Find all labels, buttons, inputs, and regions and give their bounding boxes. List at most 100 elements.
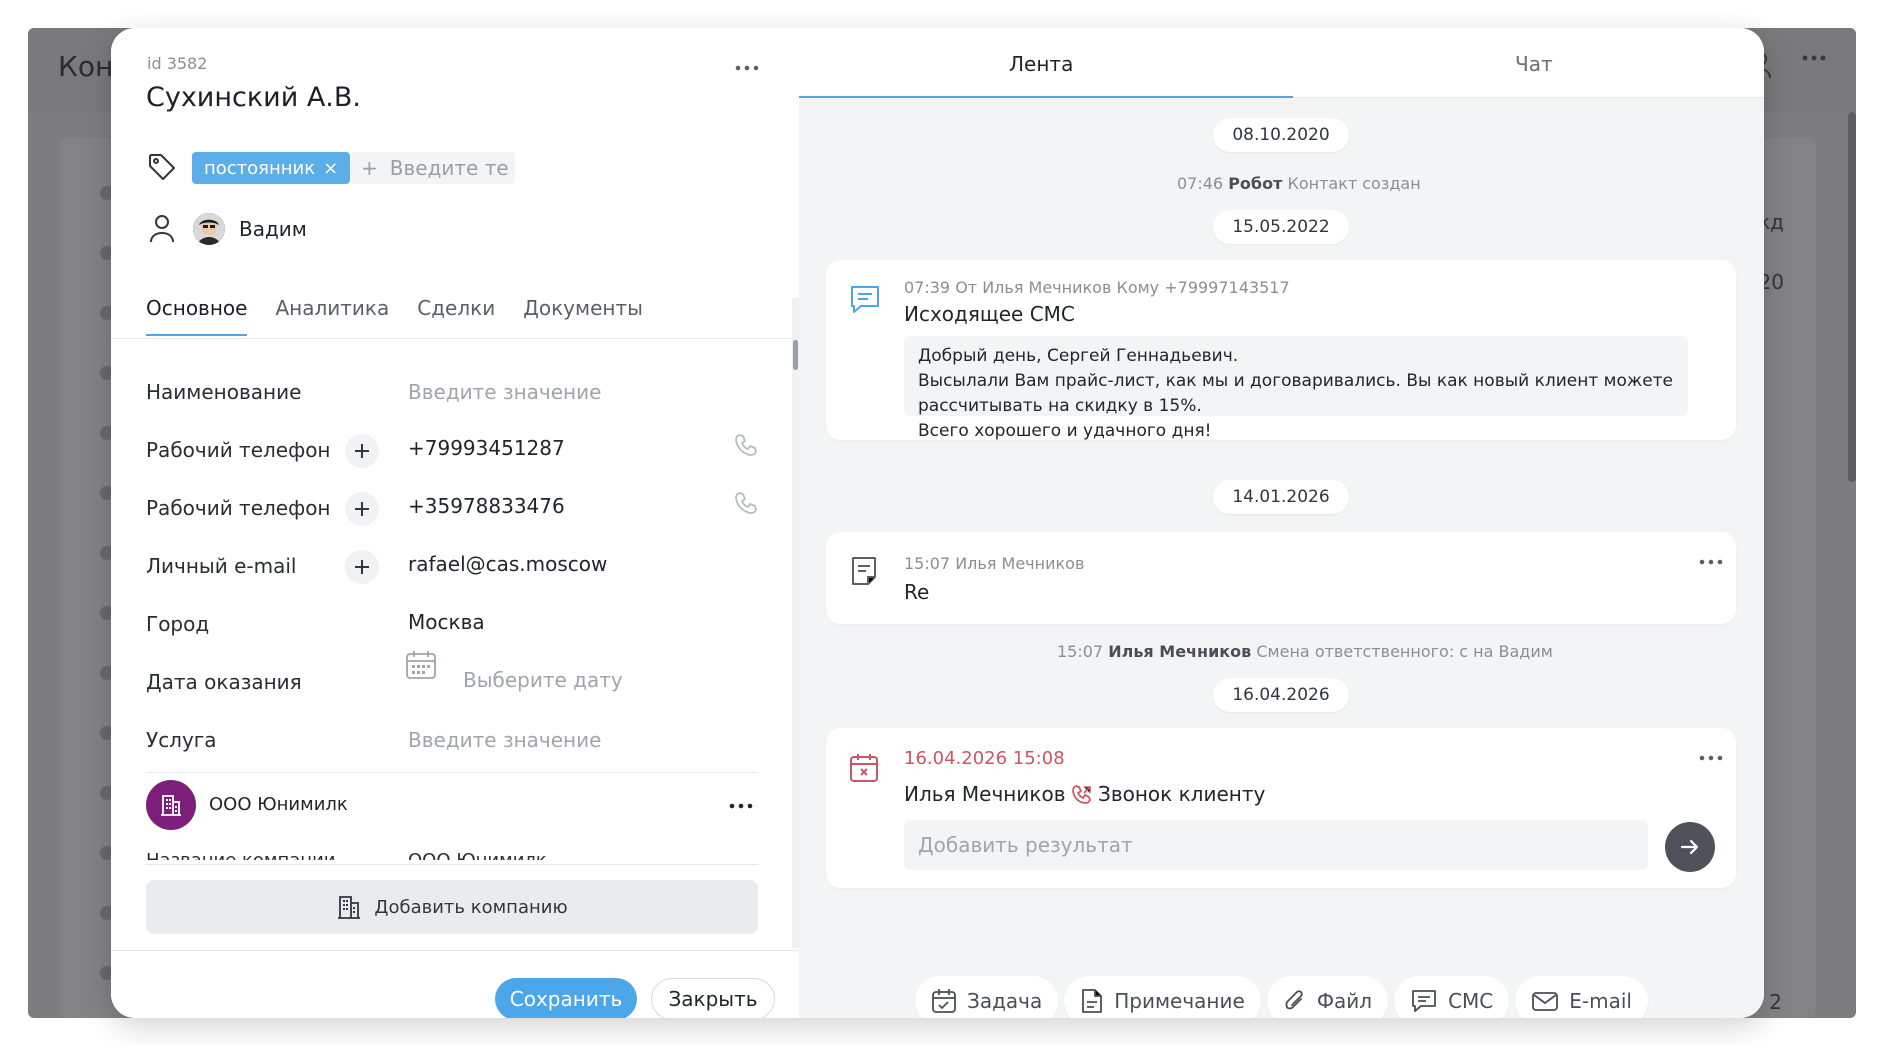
add-phone1-button[interactable] (345, 434, 379, 468)
date-separator: 14.01.2026 (1213, 480, 1349, 514)
field-label-phone2: Рабочий телефон (146, 496, 331, 520)
chat-icon (1410, 988, 1438, 1014)
activity-tabs: Лента Чат (799, 28, 1764, 98)
send-sms-button[interactable]: СМС (1394, 976, 1510, 1018)
tag-input[interactable] (387, 155, 512, 181)
tab-feed[interactable]: Лента (1009, 52, 1073, 76)
date-separator: 16.04.2026 (1213, 678, 1349, 712)
tag-icon (147, 152, 177, 182)
tag-input-container[interactable]: + (351, 152, 515, 184)
contact-name[interactable]: Сухинский А.В. (146, 82, 361, 113)
sms-meta: 07:39 От Илья Мечников Кому +79997143517 (904, 278, 1290, 297)
task-more-icon[interactable] (1699, 754, 1723, 762)
activity-panel: Лента Чат 08.10.2020 07:46 Робот Контакт… (799, 28, 1764, 1018)
add-email-button[interactable] (345, 550, 379, 584)
tag-label: постоянник (204, 157, 316, 179)
phone-icon (1071, 784, 1093, 806)
tab-deals[interactable]: Сделки (417, 296, 495, 336)
company-logo (146, 780, 196, 830)
calendar-check-icon (931, 988, 957, 1014)
user-icon (149, 214, 175, 244)
note-icon (848, 554, 880, 588)
email-value[interactable]: rafael@cas.moscow (408, 552, 607, 576)
close-button[interactable]: Закрыть (651, 978, 775, 1018)
details-scrollbar-thumb[interactable] (793, 340, 798, 370)
company-name[interactable]: ООО Юнимилк (209, 794, 348, 815)
sms-icon (848, 282, 882, 316)
tab-analytics[interactable]: Аналитика (275, 296, 389, 336)
background-text: 2 (1769, 990, 1782, 1014)
field-label-phone1: Рабочий телефон (146, 438, 331, 462)
attach-file-button[interactable]: Файл (1266, 976, 1389, 1018)
service-date-picker[interactable]: Выберите дату (463, 668, 623, 692)
task-card: 16.04.2026 15:08 Илья Мечников Звонок кл… (826, 728, 1736, 888)
contact-more-icon[interactable] (735, 64, 759, 72)
service-input[interactable] (408, 728, 728, 752)
background-more-icon (1802, 54, 1826, 62)
calendar-icon[interactable] (405, 650, 437, 680)
task-author: Илья Мечников (904, 782, 1066, 806)
tag-chip[interactable]: постоянник × (192, 152, 351, 184)
company-field-label: Название компании (146, 850, 335, 860)
send-email-button[interactable]: E-mail (1515, 976, 1648, 1018)
sms-title: Исходящее СМС (904, 302, 1075, 326)
mail-icon (1531, 989, 1559, 1013)
note-card: 15:07 Илья Мечников Re (826, 532, 1736, 624)
tab-documents[interactable]: Документы (523, 296, 643, 336)
phone-call-icon[interactable] (733, 490, 759, 516)
calendar-alert-icon (848, 752, 880, 784)
note-title: Re (904, 580, 930, 604)
footer-divider (111, 950, 799, 951)
add-note-button[interactable]: Примечание (1064, 976, 1261, 1018)
contact-modal: id 3582 Сухинский А.В. постоянник × + Ва… (111, 28, 1764, 1018)
owner-avatar[interactable] (193, 213, 225, 245)
active-tab-indicator (799, 96, 1293, 98)
system-event: 15:07 Илья Мечников Смена ответственного… (1057, 642, 1553, 661)
note-icon (1080, 988, 1104, 1014)
task-type: Звонок клиенту (1098, 782, 1266, 806)
activity-actions: Задача Примечание Файл СМС E-mail (915, 976, 1648, 1018)
city-value[interactable]: Москва (408, 610, 485, 634)
company-field-value: ООО Юнимилк (408, 850, 547, 860)
divider (146, 772, 758, 773)
tab-main[interactable]: Основное (146, 296, 248, 336)
field-label-service: Услуга (146, 728, 217, 752)
add-company-button[interactable]: Добавить компанию (146, 880, 758, 934)
building-icon (336, 894, 362, 920)
system-event: 07:46 Робот Контакт создан (1177, 174, 1421, 193)
sms-card: 07:39 От Илья Мечников Кому +79997143517… (826, 260, 1736, 441)
background-scrollbar (1848, 112, 1856, 482)
task-datetime: 16.04.2026 15:08 (904, 748, 1065, 769)
contact-id: id 3582 (147, 54, 208, 73)
tag-remove-icon[interactable]: × (323, 158, 338, 179)
tabs-divider (111, 338, 799, 339)
arrow-right-icon (1680, 839, 1699, 855)
add-phone2-button[interactable] (345, 492, 379, 526)
note-meta: 15:07 Илья Мечников (904, 554, 1085, 573)
phone-call-icon[interactable] (733, 432, 759, 458)
phone2-value[interactable]: +35978833476 (408, 494, 565, 518)
contact-details-panel: id 3582 Сухинский А.В. постоянник × + Ва… (111, 28, 799, 1018)
name-input[interactable] (408, 380, 728, 404)
task-result-input[interactable] (904, 820, 1648, 870)
save-button[interactable]: Сохранить (495, 978, 637, 1018)
send-result-button[interactable] (1665, 822, 1715, 872)
field-label-city: Город (146, 612, 210, 636)
date-separator: 15.05.2022 (1213, 210, 1349, 244)
sms-body: Добрый день, Сергей Геннадьевич. Высылал… (904, 336, 1688, 441)
phone1-value[interactable]: +79993451287 (408, 436, 565, 460)
background-title: Кон (58, 50, 114, 83)
paperclip-icon (1283, 988, 1307, 1014)
tab-chat[interactable]: Чат (1515, 52, 1553, 76)
field-label-service-date: Дата оказания (146, 670, 302, 694)
tabs-divider (1293, 97, 1764, 98)
owner-name[interactable]: Вадим (239, 217, 307, 241)
add-task-button[interactable]: Задача (915, 976, 1059, 1018)
note-more-icon[interactable] (1699, 558, 1723, 566)
contact-tabs: Основное Аналитика Сделки Документы (146, 296, 643, 336)
divider (146, 864, 758, 865)
tag-add-icon: + (361, 156, 378, 180)
company-more-icon[interactable] (729, 802, 753, 810)
field-label-name: Наименование (146, 380, 302, 404)
details-scrollbar-track[interactable] (792, 298, 799, 948)
